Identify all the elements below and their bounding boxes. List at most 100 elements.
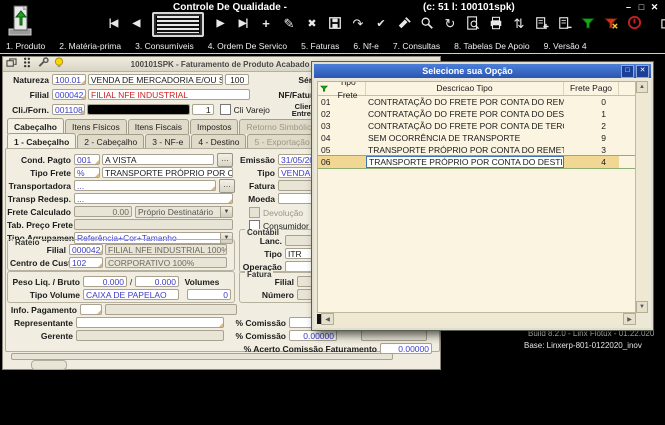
popup-maximize-button[interactable]: □: [621, 65, 634, 78]
tipo-frete-desc-field[interactable]: TRANSPORTE PRÓPRIO POR CONTA D: [102, 167, 233, 178]
restore-icon[interactable]: [6, 55, 17, 73]
subtab-1-cabecalho[interactable]: 1 - Cabeçalho: [7, 133, 76, 149]
natureza-extra-field[interactable]: 100: [225, 74, 249, 85]
minimize-button[interactable]: –: [622, 2, 635, 13]
cond-pagto-code-field[interactable]: 001: [74, 154, 100, 165]
vertical-scrollbar[interactable]: ▲ ▼: [635, 81, 648, 313]
cond-pagto-lookup-button[interactable]: …: [217, 153, 233, 167]
transportadora-lookup-button[interactable]: …: [219, 179, 235, 193]
menu-tabelas-apoio[interactable]: 8. Tabelas De Apoio: [454, 41, 529, 51]
tipo-volume-field[interactable]: CAIXA DE PAPELAO: [83, 289, 179, 300]
tab-impostos[interactable]: Impostos: [190, 119, 239, 134]
filter-icon[interactable]: [581, 16, 595, 33]
freight-row-06-selected[interactable]: 06TRANSPORTE PRÓPRIO POR CONTA DO DESTIN…: [318, 156, 635, 168]
filter-clear-icon[interactable]: [604, 16, 618, 33]
peso-bruto-field[interactable]: 0.000: [135, 276, 179, 287]
save-icon[interactable]: [328, 16, 342, 33]
gerente-field[interactable]: [76, 330, 224, 341]
volumes-field[interactable]: 0: [187, 289, 231, 300]
tipo-frete-code-field[interactable]: %: [74, 167, 100, 178]
peso-liq-field[interactable]: 0.000: [83, 276, 127, 287]
freight-row-04[interactable]: 04SEM OCORRÊNCIA DE TRANSPORTE9: [318, 132, 635, 144]
menu-versao[interactable]: 9. Versão 4: [544, 41, 587, 51]
tab-itens-fiscais[interactable]: Itens Fiscais: [128, 119, 189, 134]
devolucao-checkbox[interactable]: [249, 207, 260, 218]
edit-icon[interactable]: ✎: [282, 17, 296, 31]
scroll-right-icon[interactable]: ▶: [623, 313, 636, 325]
grid-header-tipo-frete[interactable]: Tipo Frete: [318, 82, 366, 95]
close-button[interactable]: ✕: [648, 2, 661, 13]
valor-nf-field[interactable]: [361, 330, 427, 341]
menu-consumiveis[interactable]: 3. Consumíveis: [135, 41, 194, 51]
redo-icon[interactable]: ↷: [351, 17, 365, 31]
tab-itens-fisicos[interactable]: Itens Físicos: [65, 119, 127, 134]
cancel-icon[interactable]: [627, 15, 642, 33]
refresh-icon[interactable]: ↻: [443, 17, 457, 31]
nav-last-button[interactable]: ▶|: [236, 17, 250, 31]
centro-custo-desc-field[interactable]: CORPORATIVO 100%: [105, 257, 227, 268]
freight-row-02[interactable]: 02CONTRATAÇÃO DO FRETE POR CONTA DO DEST…: [318, 108, 635, 120]
transportadora-field[interactable]: ...: [74, 180, 216, 191]
cli-qty-field[interactable]: 1: [192, 104, 214, 115]
wrench-icon[interactable]: [37, 55, 49, 73]
freight-row-05[interactable]: 05TRANSPORTE PRÓPRIO POR CONTA DO REMETE…: [318, 144, 635, 156]
frete-tipo-combo[interactable]: Próprio Destinatário▼: [135, 206, 233, 218]
popup-close-button[interactable]: ✕: [636, 65, 649, 78]
subtab-5-exportacao[interactable]: 5 - Exportação: [247, 134, 316, 149]
grid-header-descricao[interactable]: Descricao Tipo: [366, 82, 564, 95]
freight-row-03[interactable]: 03CONTRATAÇÃO DO FRETE POR CONTA DE TERC…: [318, 120, 635, 132]
menu-consultas[interactable]: 7. Consultas: [393, 41, 440, 51]
filial-desc-field[interactable]: FILIAL NFE INDUSTRIAL: [88, 89, 250, 100]
menu-faturas[interactable]: 5. Faturas: [301, 41, 339, 51]
tab-retorno-simbolico[interactable]: Retorno Simbólico: [239, 119, 322, 134]
preview-icon[interactable]: [466, 16, 480, 33]
nav-prev-button[interactable]: ◀: [129, 17, 143, 31]
natureza-desc-field[interactable]: VENDA DE MERCADORIA E/OU SERVI: [88, 74, 223, 85]
cli-varejo-checkbox[interactable]: [220, 104, 231, 115]
cli-forn-name-field[interactable]: [87, 104, 190, 115]
menu-materia-prima[interactable]: 2. Matéria-prima: [59, 41, 121, 51]
representante-field[interactable]: [76, 317, 224, 328]
record-list-button[interactable]: [152, 12, 204, 37]
bulb-icon[interactable]: [54, 55, 64, 73]
centro-custo-code-field[interactable]: 102: [69, 257, 103, 268]
scroll-left-icon[interactable]: ◀: [321, 313, 334, 325]
delete-icon[interactable]: ✖: [305, 17, 319, 31]
scroll-down-icon[interactable]: ▼: [636, 301, 648, 313]
search-icon[interactable]: [420, 16, 434, 33]
cond-pagto-desc-field[interactable]: A VISTA: [102, 154, 214, 165]
subtab-4-destino[interactable]: 4 - Destino: [191, 134, 246, 149]
frete-calculado-field[interactable]: 0.00: [74, 206, 132, 217]
sort-icon[interactable]: ⇅: [512, 17, 526, 31]
horizontal-scrollbar[interactable]: ◀ ▶: [317, 312, 636, 325]
print-icon[interactable]: [489, 16, 503, 33]
scroll-up-icon[interactable]: ▲: [636, 81, 648, 93]
brush-icon[interactable]: [397, 16, 411, 33]
info-pagamento-desc-field[interactable]: [105, 304, 237, 315]
grid-header-frete-pago[interactable]: Frete Pago: [564, 82, 619, 95]
add-icon[interactable]: +: [259, 17, 273, 31]
rateio-filial-code-field[interactable]: 000042: [69, 244, 103, 255]
subtab-3-nfe[interactable]: 3 - NF-e: [145, 134, 190, 149]
natureza-code-field[interactable]: 100.01: [52, 74, 86, 85]
cli-forn-code-field[interactable]: 001108: [52, 104, 85, 115]
filial-code-field[interactable]: 000042: [52, 89, 86, 100]
observacao-bar[interactable]: [11, 353, 393, 360]
tab-cabecalho[interactable]: Cabeçalho: [7, 118, 64, 134]
nav-next-button[interactable]: ▶: [213, 17, 227, 31]
columns-icon[interactable]: [22, 55, 32, 73]
doc-add-icon[interactable]: [535, 16, 549, 33]
menu-ordem-servico[interactable]: 4. Ordem De Servico: [208, 41, 287, 51]
comissao2-field[interactable]: 0.00000: [289, 330, 337, 341]
menu-nfe[interactable]: 6. Nf-e: [353, 41, 379, 51]
confirm-icon[interactable]: ✔: [374, 17, 388, 31]
transp-redesp-field[interactable]: ...: [74, 193, 233, 204]
nav-first-button[interactable]: |◀: [106, 17, 120, 31]
subtab-2-cabecalho[interactable]: 2 - Cabeçalho: [77, 134, 144, 149]
info-pagamento-code-field[interactable]: [80, 304, 102, 315]
cascade-windows-icon[interactable]: [661, 15, 665, 33]
menu-produto[interactable]: 1. Produto: [6, 41, 45, 51]
tab-preco-frete-field[interactable]: [74, 219, 233, 230]
freight-row-01[interactable]: 01CONTRATAÇÃO DO FRETE POR CONTA DO REME…: [318, 96, 635, 108]
rateio-filial-desc-field[interactable]: FILIAL NFE INDUSTRIAL 100%: [105, 244, 227, 255]
